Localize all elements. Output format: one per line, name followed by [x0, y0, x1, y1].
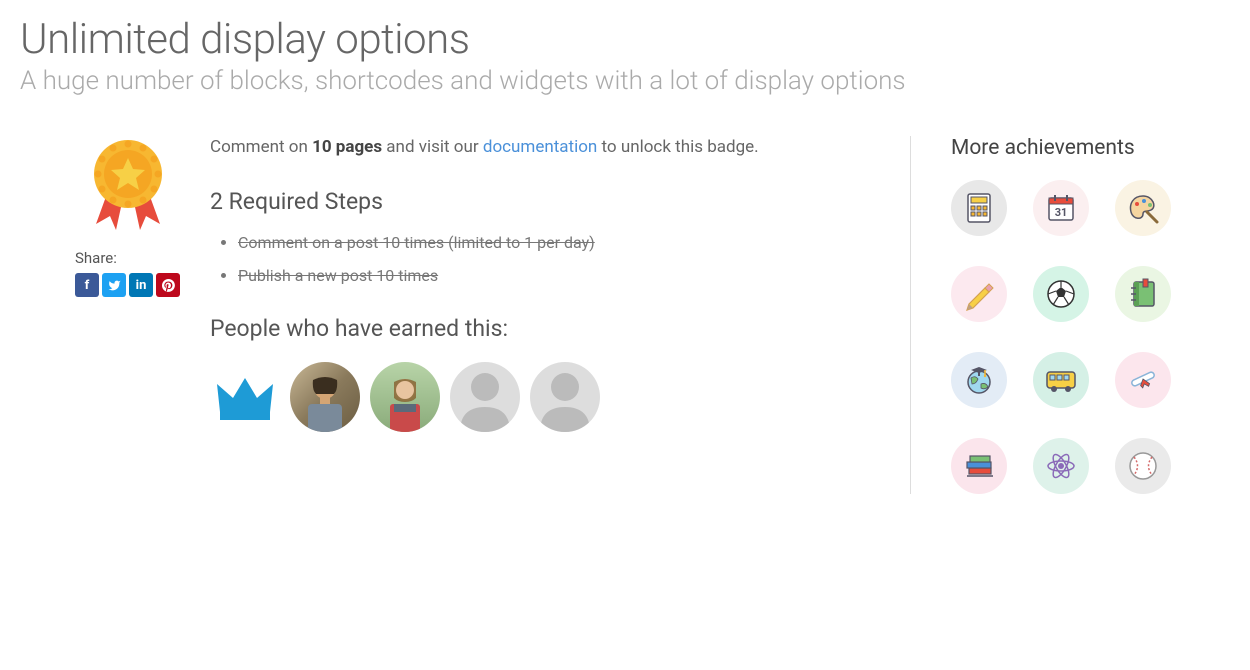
achievement-bus-icon[interactable] [1033, 352, 1089, 408]
earner-avatar[interactable] [370, 362, 440, 432]
unlock-post: to unlock this badge. [597, 137, 758, 157]
badge-icon [75, 136, 180, 231]
step-item: Comment on a post 10 times (limited to 1… [238, 233, 870, 252]
unlock-pre: Comment on [210, 137, 312, 157]
earner-avatar[interactable] [210, 362, 280, 432]
badge-block: Share: f in Comment on 10 pages and visi… [75, 136, 870, 432]
unlock-mid: and visit our [382, 137, 483, 157]
badge-right-column: Comment on 10 pages and visit our docume… [210, 136, 870, 432]
share-label: Share: [75, 249, 180, 267]
achievement-baseball-icon[interactable] [1115, 438, 1171, 494]
earner-avatar[interactable] [450, 362, 520, 432]
share-facebook-button[interactable]: f [75, 273, 99, 297]
achievement-grid: 31 [951, 180, 1230, 494]
achievement-notebook-icon[interactable] [1115, 266, 1171, 322]
svg-text:31: 31 [1055, 206, 1068, 219]
page-title: Unlimited display options [20, 15, 1230, 64]
sidebar: More achievements 31 [910, 136, 1230, 494]
steps-heading: 2 Required Steps [210, 188, 870, 215]
main-column: Share: f in Comment on 10 pages and visi… [20, 136, 910, 494]
achievement-soccer-icon[interactable] [1033, 266, 1089, 322]
achievement-atom-icon[interactable] [1033, 438, 1089, 494]
page-subtitle: A huge number of blocks, shortcodes and … [20, 66, 1230, 96]
achievement-palette-icon[interactable] [1115, 180, 1171, 236]
unlock-text: Comment on 10 pages and visit our docume… [210, 136, 870, 160]
share-linkedin-button[interactable]: in [129, 273, 153, 297]
achievement-calendar-icon[interactable]: 31 [1033, 180, 1089, 236]
earner-avatar[interactable] [290, 362, 360, 432]
earners-row [210, 362, 870, 432]
share-twitter-button[interactable] [102, 273, 126, 297]
earners-heading: People who have earned this: [210, 315, 870, 342]
achievement-globe-grad-icon[interactable] [951, 352, 1007, 408]
page-header: Unlimited display options A huge number … [20, 0, 1230, 96]
unlock-bold: 10 pages [312, 137, 382, 157]
achievement-books-icon[interactable] [951, 438, 1007, 494]
content: Share: f in Comment on 10 pages and visi… [20, 136, 1230, 494]
step-item: Publish a new post 10 times [238, 266, 870, 285]
share-buttons: f in [75, 273, 180, 297]
share-pinterest-button[interactable] [156, 273, 180, 297]
earner-avatar[interactable] [530, 362, 600, 432]
achievement-calculator-icon[interactable] [951, 180, 1007, 236]
steps-list: Comment on a post 10 times (limited to 1… [210, 233, 870, 285]
badge-left-column: Share: f in [75, 136, 180, 432]
sidebar-title: More achievements [951, 136, 1230, 160]
achievement-diploma-icon[interactable] [1115, 352, 1171, 408]
documentation-link[interactable]: documentation [483, 137, 597, 157]
achievement-pencil-icon[interactable] [951, 266, 1007, 322]
